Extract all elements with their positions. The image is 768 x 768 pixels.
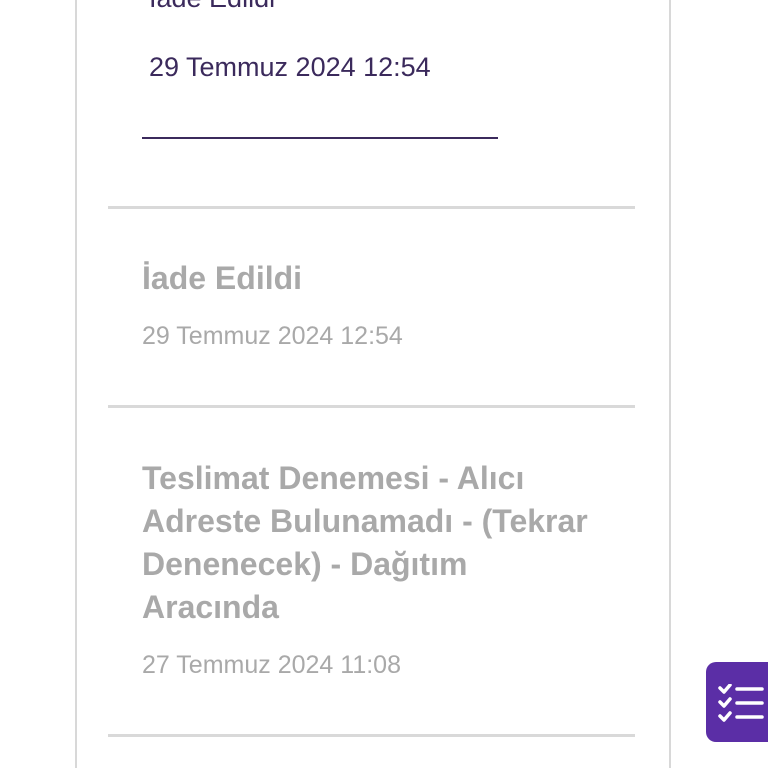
event-title: İade Edildi xyxy=(142,260,303,296)
event-date: 29 Temmuz 2024 12:54 xyxy=(142,322,403,350)
active-event-date: 29 Temmuz 2024 12:54 xyxy=(149,52,431,82)
shipment-tracking-screen: İade Edildi 29 Temmuz 2024 12:54 İade Ed… xyxy=(0,0,768,768)
event-divider xyxy=(108,405,635,408)
active-event-underline xyxy=(142,137,498,139)
event-divider xyxy=(108,206,635,209)
event-date: 27 Temmuz 2024 11:08 xyxy=(142,651,401,679)
active-event-title: İade Edildi xyxy=(149,0,275,14)
event-divider xyxy=(108,734,635,737)
checklist-icon xyxy=(718,684,764,722)
checklist-fab-button[interactable] xyxy=(706,662,768,742)
event-title: Teslimat Denemesi - Alıcı Adreste Buluna… xyxy=(142,460,588,625)
